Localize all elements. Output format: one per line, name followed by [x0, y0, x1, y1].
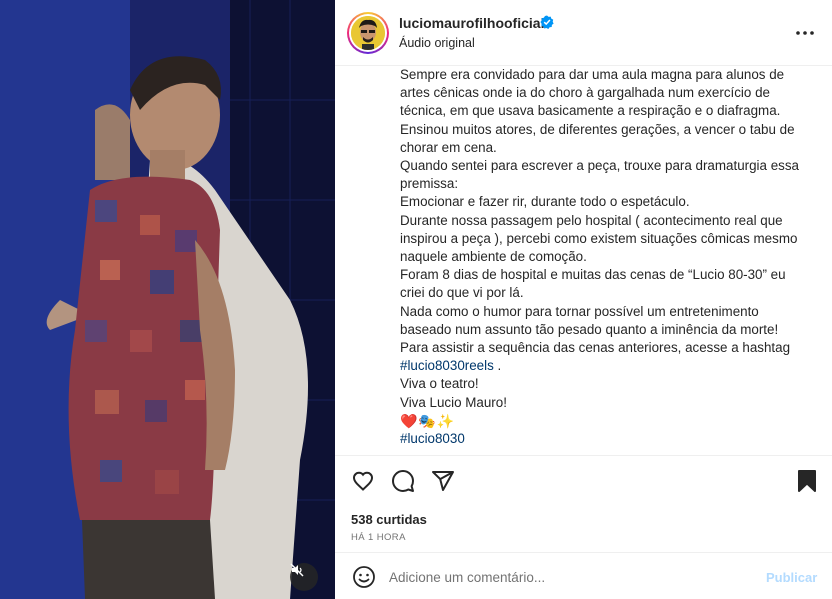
username-link[interactable]: luciomaurofilhooficial [399, 15, 544, 31]
emoji-picker-button[interactable] [351, 564, 377, 590]
emoji-icon [353, 566, 375, 588]
post-header: luciomaurofilhooficial Áudio original [335, 0, 832, 66]
post-details-panel: luciomaurofilhooficial Áudio original Se… [335, 0, 832, 599]
caption-text: . [493, 358, 502, 374]
publish-button[interactable]: Publicar [766, 570, 817, 585]
mute-button[interactable] [290, 563, 318, 591]
caption-line: Ensinou muitos atores, de diferentes ger… [400, 121, 795, 155]
post-timestamp[interactable]: HÁ 1 HORA [351, 532, 406, 543]
caption-line: Viva o teatro! [400, 376, 479, 392]
post-caption: Sempre era convidado para dar uma aula m… [400, 66, 800, 452]
more-options-button[interactable] [793, 23, 817, 43]
save-button[interactable] [794, 468, 820, 494]
caption-line: Viva Lucio Mauro! [400, 394, 507, 410]
comment-input[interactable] [389, 567, 749, 587]
caption-line: Sempre era convidado para dar uma aula m… [400, 67, 785, 119]
verified-badge-icon [540, 15, 554, 34]
hashtag-link[interactable]: #lucio8030 [400, 431, 465, 446]
emoji-line: ❤️🎭✨ [400, 412, 456, 429]
caption-line: Para assistir a sequência das cenas ante… [400, 340, 791, 356]
video-frame [0, 0, 335, 599]
heart-icon [352, 471, 374, 491]
post-media[interactable] [0, 0, 335, 599]
avatar-illustration [351, 16, 385, 50]
caption-line: Emocionar e fazer rir, durante todo o es… [400, 194, 690, 210]
caption-line: Foram 8 dias de hospital e muitas das ce… [400, 267, 786, 301]
avatar [351, 16, 385, 50]
audio-label[interactable]: Áudio original [399, 36, 475, 50]
hashtag-link[interactable]: #lucio8030reels [400, 358, 494, 373]
comment-button[interactable] [390, 468, 416, 494]
like-button[interactable] [350, 468, 376, 494]
more-options-icon [796, 31, 814, 35]
avatar-story-ring[interactable] [347, 12, 389, 54]
share-icon [432, 471, 454, 491]
share-button[interactable] [430, 468, 456, 494]
comment-icon [392, 470, 414, 492]
mute-icon [290, 563, 304, 577]
post-actions: 538 curtidas HÁ 1 HORA Publicar [335, 455, 832, 599]
caption-line: Durante nossa passagem pelo hospital ( a… [400, 212, 798, 265]
caption-line: Quando sentei para escrever a peça, trou… [400, 158, 799, 192]
caption-line: Nada como o humor para tornar possível u… [400, 303, 779, 337]
likes-count[interactable]: 538 curtidas [351, 512, 427, 527]
bookmark-icon [798, 470, 816, 492]
comment-bar: Publicar [335, 552, 832, 599]
